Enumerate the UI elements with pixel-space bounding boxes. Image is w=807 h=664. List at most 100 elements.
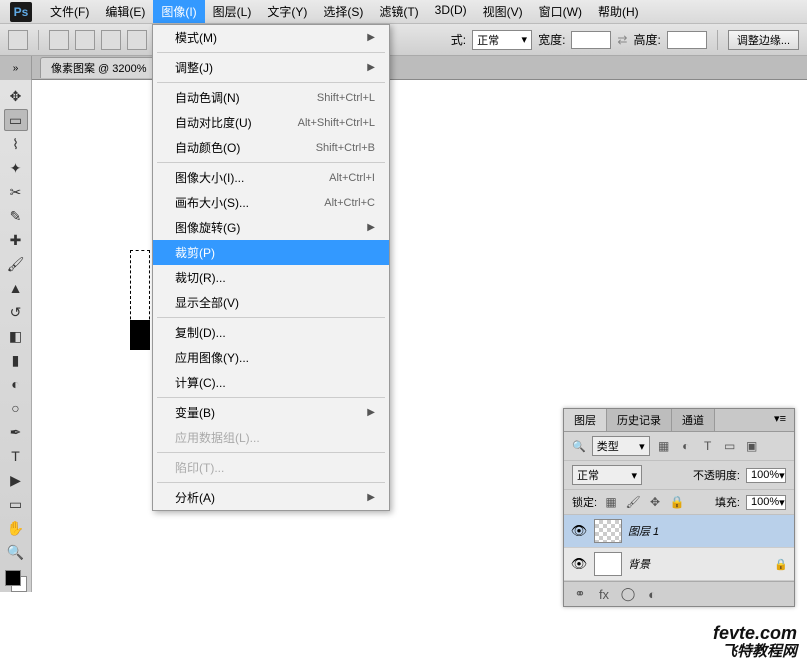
menu-item[interactable]: 自动对比度(U)Alt+Shift+Ctrl+L xyxy=(153,110,389,135)
menu-item[interactable]: 模式(M)▶ xyxy=(153,25,389,50)
menu-item[interactable]: 画布大小(S)...Alt+Ctrl+C xyxy=(153,190,389,215)
marquee-intersect-icon[interactable] xyxy=(127,30,147,50)
filter-adjust-icon[interactable]: ◐ xyxy=(678,438,694,454)
lock-all-icon[interactable]: 🔒 xyxy=(669,494,685,510)
menu-10[interactable]: 帮助(H) xyxy=(590,0,647,23)
menu-item[interactable]: 裁剪(P) xyxy=(153,240,389,265)
menu-item[interactable]: 图像大小(I)...Alt+Ctrl+I xyxy=(153,165,389,190)
menu-bar: Ps 文件(F)编辑(E)图像(I)图层(L)文字(Y)选择(S)滤镜(T)3D… xyxy=(0,0,807,24)
type-tool[interactable]: T xyxy=(4,445,28,467)
filter-type-icon[interactable]: T xyxy=(700,438,716,454)
height-label: 高度: xyxy=(633,31,660,48)
menu-item[interactable]: 分析(A)▶ xyxy=(153,485,389,510)
magic-wand-tool[interactable]: ✦ xyxy=(4,157,28,179)
clone-stamp-tool[interactable]: ▲ xyxy=(4,277,28,299)
healing-brush-tool[interactable]: ✚ xyxy=(4,229,28,251)
layer-row[interactable]: 👁 背景 🔒 xyxy=(564,548,794,581)
opacity-input[interactable]: 100%▾ xyxy=(746,468,786,483)
blend-mode-select[interactable]: 正常▾ xyxy=(572,465,642,485)
layers-footer: ⚭ fx ◯ ◐ xyxy=(564,581,794,606)
marquee-new-icon[interactable] xyxy=(49,30,69,50)
opacity-label: 不透明度: xyxy=(693,467,740,483)
new-adjustment-icon[interactable]: ◐ xyxy=(644,586,660,602)
menu-1[interactable]: 编辑(E) xyxy=(97,0,153,23)
width-input[interactable] xyxy=(571,31,611,49)
marquee-subtract-icon[interactable] xyxy=(101,30,121,50)
blur-tool[interactable]: ◐ xyxy=(4,373,28,395)
path-select-tool[interactable]: ▶ xyxy=(4,469,28,491)
canvas-content xyxy=(130,320,150,350)
shape-tool[interactable]: ▭ xyxy=(4,493,28,515)
style-select[interactable]: 正常▾ xyxy=(472,30,532,50)
menu-item[interactable]: 应用图像(Y)... xyxy=(153,345,389,370)
fill-input[interactable]: 100%▾ xyxy=(746,495,786,510)
lock-transparent-icon[interactable]: ▦ xyxy=(603,494,619,510)
menu-9[interactable]: 窗口(W) xyxy=(531,0,590,23)
link-layers-icon[interactable]: ⚭ xyxy=(572,586,588,602)
layer-fx-icon[interactable]: fx xyxy=(596,586,612,602)
lasso-tool[interactable]: ⌇ xyxy=(4,133,28,155)
image-menu-dropdown: 模式(M)▶ 调整(J)▶ 自动色调(N)Shift+Ctrl+L自动对比度(U)A… xyxy=(152,24,390,511)
eraser-tool[interactable]: ◧ xyxy=(4,325,28,347)
menu-item[interactable]: 显示全部(V) xyxy=(153,290,389,315)
menu-5[interactable]: 选择(S) xyxy=(315,0,371,23)
tab-history[interactable]: 历史记录 xyxy=(607,409,672,431)
menu-item[interactable]: 裁切(R)... xyxy=(153,265,389,290)
menu-0[interactable]: 文件(F) xyxy=(42,0,97,23)
gradient-tool[interactable]: ▮ xyxy=(4,349,28,371)
filter-shape-icon[interactable]: ▭ xyxy=(722,438,738,454)
zoom-tool[interactable]: 🔍 xyxy=(4,541,28,563)
marquee-add-icon[interactable] xyxy=(75,30,95,50)
menu-item[interactable]: 自动色调(N)Shift+Ctrl+L xyxy=(153,85,389,110)
height-input[interactable] xyxy=(667,31,707,49)
options-bar: 式: 正常▾ 宽度: ⇄ 高度: 调整边缘... xyxy=(0,24,807,56)
visibility-icon[interactable]: 👁 xyxy=(570,522,588,540)
lock-pixels-icon[interactable]: 🖌 xyxy=(625,494,641,510)
layer-row[interactable]: 👁图层 1 xyxy=(564,515,794,548)
hand-tool[interactable]: ✋ xyxy=(4,517,28,539)
document-tab[interactable]: 像素图案 @ 3200% xyxy=(40,57,158,78)
search-icon[interactable]: 🔍 xyxy=(572,440,586,453)
lock-label: 锁定: xyxy=(572,494,597,510)
menu-8[interactable]: 视图(V) xyxy=(475,0,531,23)
style-label: 式: xyxy=(451,31,466,48)
eyedropper-tool[interactable]: ✎ xyxy=(4,205,28,227)
dodge-tool[interactable]: ○ xyxy=(4,397,28,419)
menu-6[interactable]: 滤镜(T) xyxy=(371,0,426,23)
color-swatch[interactable] xyxy=(5,570,27,592)
menu-item[interactable]: 复制(D)... xyxy=(153,320,389,345)
lock-position-icon[interactable]: ✥ xyxy=(647,494,663,510)
ps-logo: Ps xyxy=(10,2,32,22)
filter-smart-icon[interactable]: ▣ xyxy=(744,438,760,454)
history-brush-tool[interactable]: ↺ xyxy=(4,301,28,323)
panel-toggle[interactable]: » xyxy=(0,56,32,80)
add-mask-icon[interactable]: ◯ xyxy=(620,586,636,602)
menu-item[interactable]: 变量(B)▶ xyxy=(153,400,389,425)
brush-tool[interactable]: 🖌 xyxy=(4,253,28,275)
tool-preset-icon[interactable] xyxy=(8,30,28,50)
move-tool[interactable]: ✥ xyxy=(4,85,28,107)
menu-item[interactable]: 计算(C)... xyxy=(153,370,389,395)
panel-tabs: 图层 历史记录 通道 ▾≡ xyxy=(564,409,794,432)
swap-icon[interactable]: ⇄ xyxy=(617,33,627,47)
filter-pixel-icon[interactable]: ▦ xyxy=(656,438,672,454)
tab-layers[interactable]: 图层 xyxy=(564,409,607,431)
menu-7[interactable]: 3D(D) xyxy=(427,0,475,23)
filter-kind-select[interactable]: 类型▾ xyxy=(592,436,650,456)
panel-menu-icon[interactable]: ▾≡ xyxy=(766,409,794,431)
layer-thumb xyxy=(594,519,622,543)
menu-item[interactable]: 自动颜色(O)Shift+Ctrl+B xyxy=(153,135,389,160)
refine-edge-button[interactable]: 调整边缘... xyxy=(728,30,799,50)
menu-item[interactable]: 图像旋转(G)▶ xyxy=(153,215,389,240)
marquee-tool[interactable]: ▭ xyxy=(4,109,28,131)
menu-3[interactable]: 图层(L) xyxy=(205,0,260,23)
menu-2[interactable]: 图像(I) xyxy=(153,0,204,23)
tab-channels[interactable]: 通道 xyxy=(672,409,715,431)
menu-item[interactable]: 调整(J)▶ xyxy=(153,55,389,80)
layer-name: 背景 xyxy=(628,556,650,572)
menu-4[interactable]: 文字(Y) xyxy=(259,0,315,23)
lock-icon: 🔒 xyxy=(774,558,788,571)
crop-tool[interactable]: ✂ xyxy=(4,181,28,203)
visibility-icon[interactable]: 👁 xyxy=(570,555,588,573)
pen-tool[interactable]: ✒ xyxy=(4,421,28,443)
